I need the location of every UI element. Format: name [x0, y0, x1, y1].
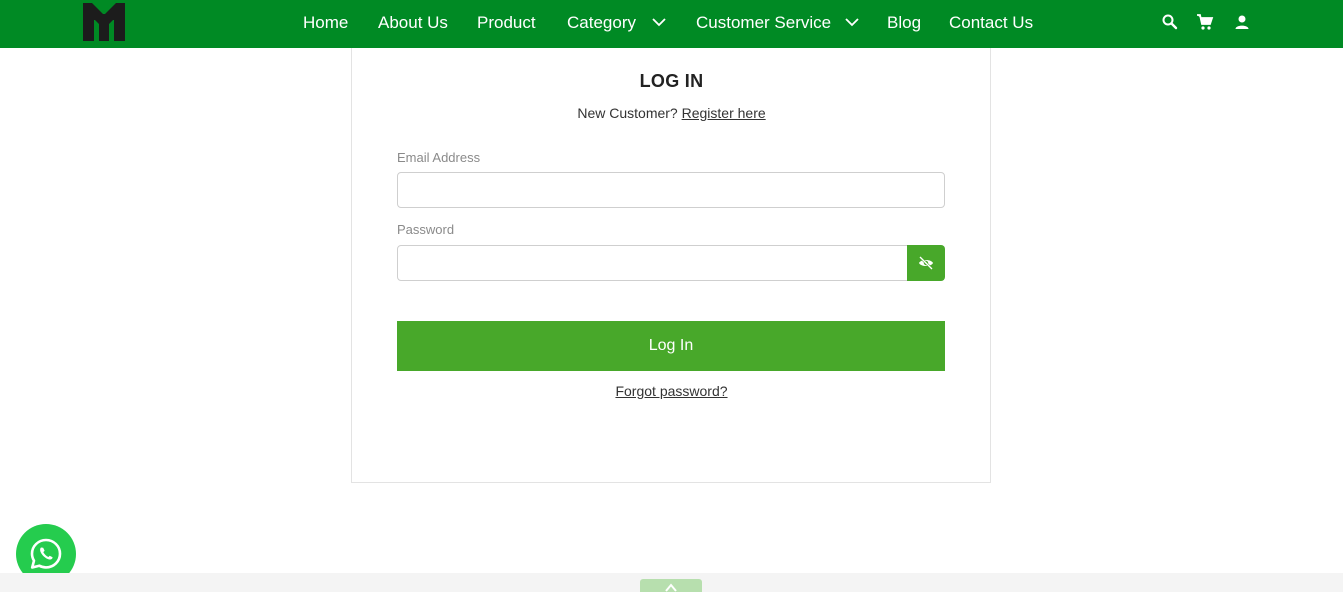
scroll-to-top-button[interactable] — [640, 579, 702, 592]
top-navbar: Home About Us Product Category Customer … — [0, 0, 1343, 48]
customer-service-chevron-down-icon[interactable] — [845, 17, 859, 27]
new-customer-line: New Customer? Register here — [0, 105, 1343, 121]
new-customer-text: New Customer? — [577, 105, 678, 121]
nav-blog[interactable]: Blog — [887, 12, 921, 36]
forgot-password-link[interactable]: Forgot password? — [0, 383, 1343, 399]
nav-contact-us[interactable]: Contact Us — [949, 12, 1033, 36]
whatsapp-icon — [30, 538, 62, 569]
password-label: Password — [397, 222, 455, 237]
login-button[interactable]: Log In — [397, 321, 945, 371]
login-title: LOG IN — [639, 71, 704, 91]
user-icon[interactable] — [1233, 13, 1251, 31]
nav-product[interactable]: Product — [477, 12, 536, 36]
search-icon[interactable] — [1161, 13, 1179, 31]
nav-category[interactable]: Category — [567, 12, 636, 36]
email-label: Email Address — [397, 150, 481, 165]
email-field[interactable] — [397, 172, 945, 208]
register-link[interactable]: Register here — [682, 105, 766, 121]
password-visibility-toggle[interactable] — [907, 245, 945, 281]
site-logo[interactable] — [83, 3, 125, 41]
nav-home[interactable]: Home — [303, 12, 348, 36]
cart-icon[interactable] — [1196, 13, 1214, 31]
password-field[interactable] — [397, 245, 908, 281]
nav-customer-service[interactable]: Customer Service — [696, 12, 831, 36]
arrow-up-icon — [665, 583, 677, 592]
nav-about-us[interactable]: About Us — [378, 12, 448, 36]
eye-off-icon — [919, 256, 933, 270]
category-chevron-down-icon[interactable] — [652, 17, 666, 27]
